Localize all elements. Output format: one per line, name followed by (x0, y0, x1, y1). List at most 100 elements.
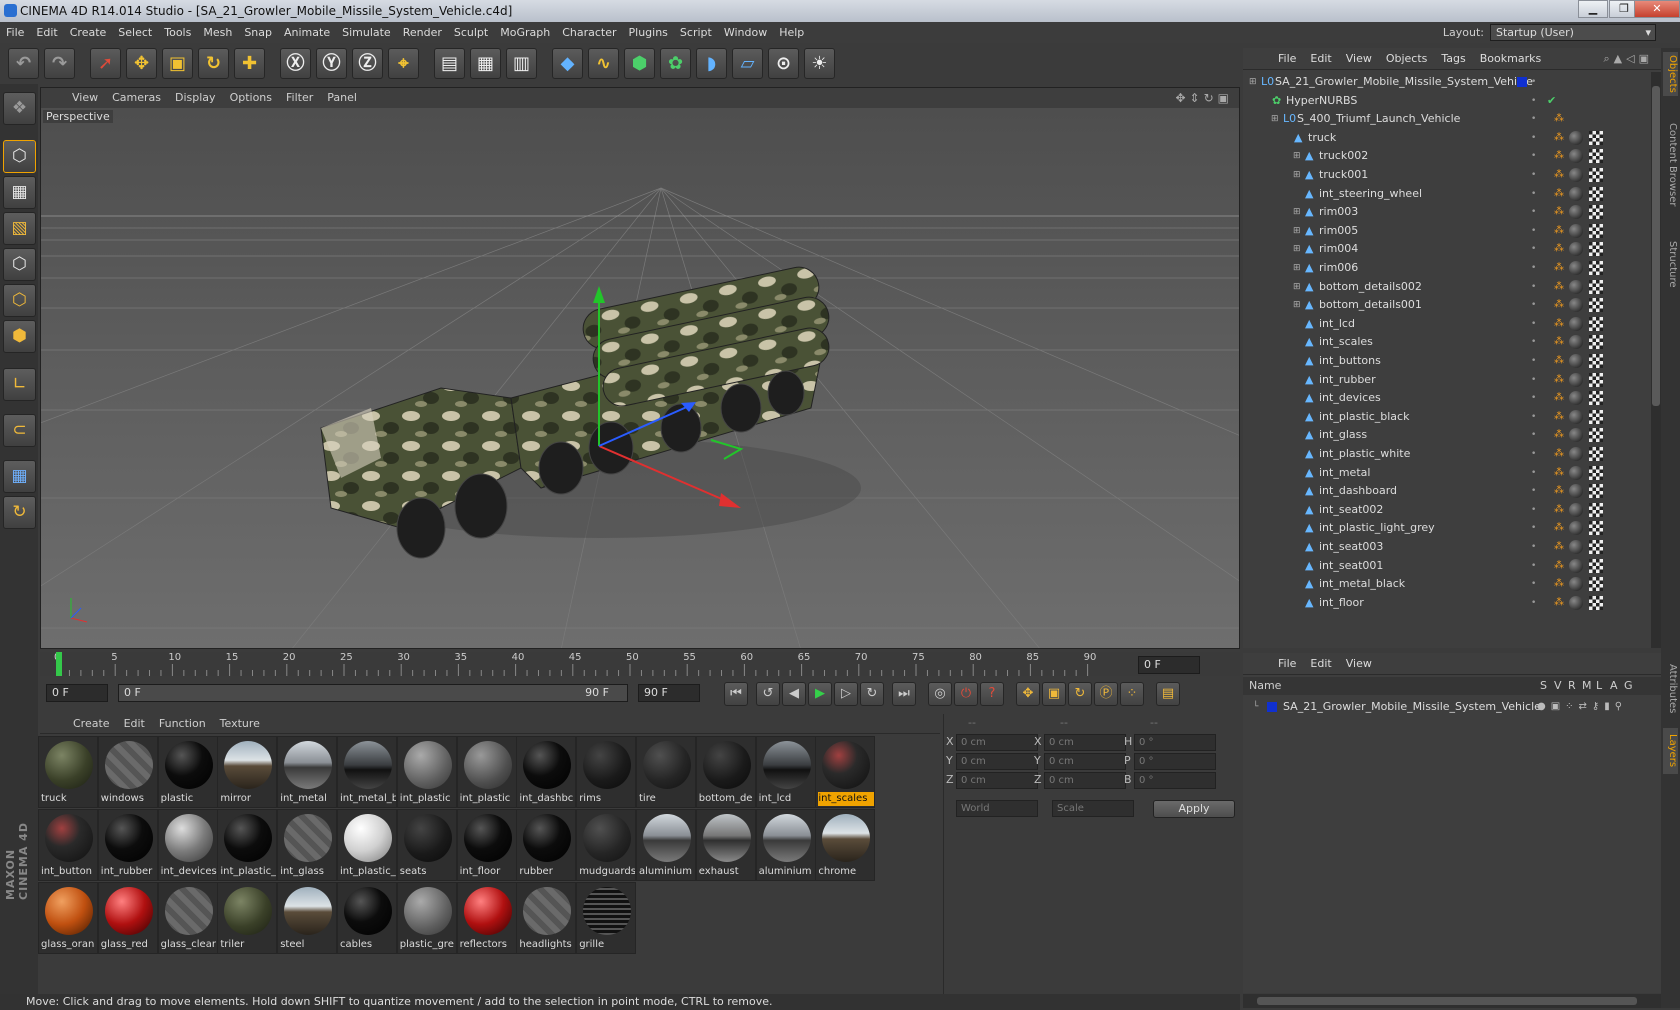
tree-expander-icon[interactable]: ⊞ (1293, 295, 1301, 315)
material-swatch[interactable]: plastic (157, 736, 218, 808)
tab-structure[interactable]: Structure (1663, 234, 1678, 294)
visibility-dots[interactable]: • (1531, 537, 1542, 557)
coord-field[interactable]: 0 cm (1044, 753, 1126, 770)
object-row[interactable]: ⊞ L0 SA_21_Growler_Mobile_Missile_System_V… (1243, 72, 1649, 92)
phong-tag-icon[interactable]: ⁂ (1554, 579, 1564, 589)
play-button[interactable]: ▶ (808, 682, 832, 706)
undo-button[interactable]: ↶ (8, 48, 39, 79)
material-swatch[interactable]: rubber (516, 809, 577, 881)
phong-tag-icon[interactable]: ⁂ (1554, 207, 1564, 217)
size-mode-dropdown[interactable]: Scale (1052, 800, 1134, 817)
phong-tag-icon[interactable]: ⁂ (1554, 337, 1564, 347)
menu-select[interactable]: Select (112, 22, 158, 43)
object-row[interactable]: ⊞ ▲ rim004 • ⁂ (1243, 239, 1649, 259)
live-selection-button[interactable]: ➚ (90, 48, 121, 79)
material-tag-icon[interactable] (1569, 186, 1583, 201)
uvw-tag-icon[interactable] (1589, 465, 1603, 480)
render-settings-button[interactable]: ▥ (506, 48, 537, 79)
tab-layers[interactable]: Layers (1663, 728, 1678, 774)
visibility-dots[interactable]: • (1531, 128, 1542, 148)
menu-character[interactable]: Character (556, 22, 622, 43)
visibility-dots[interactable]: • (1531, 277, 1542, 297)
material-swatch[interactable]: chrome (815, 809, 876, 881)
material-swatch[interactable]: mirror (217, 736, 278, 808)
material-tag-icon[interactable] (1569, 205, 1583, 220)
key-position-button[interactable]: ✥ (1016, 682, 1040, 706)
timeline-ruler[interactable]: 051015202530354045505560657075808590 (40, 652, 1240, 676)
workplane-lock-button[interactable]: ▦ (3, 460, 36, 493)
floor-button[interactable]: ▱ (732, 48, 763, 79)
horizontal-scrollbar[interactable] (1243, 994, 1661, 1008)
phong-tag-icon[interactable]: ⁂ (1554, 467, 1564, 478)
viewport-menu-display[interactable]: Display (168, 88, 223, 108)
coord-field[interactable]: 0 ° (1134, 734, 1216, 751)
material-menu-texture[interactable]: Texture (213, 714, 267, 734)
object-row[interactable]: ▲ truck • ⁂ (1243, 128, 1649, 148)
material-swatch[interactable]: int_dashbc (516, 736, 577, 808)
object-row[interactable]: ▲ int_devices • ⁂ (1243, 388, 1649, 408)
material-tag-icon[interactable] (1569, 484, 1583, 499)
visibility-dots[interactable]: • (1531, 463, 1542, 483)
move-tool-button[interactable]: ✥ (126, 48, 157, 79)
menu-sculpt[interactable]: Sculpt (448, 22, 494, 43)
uvw-tag-icon[interactable] (1589, 372, 1603, 387)
menu-plugins[interactable]: Plugins (623, 22, 674, 43)
uvw-tag-icon[interactable] (1589, 223, 1603, 238)
material-swatch[interactable]: grille (576, 882, 637, 954)
uvw-tag-icon[interactable] (1589, 558, 1603, 573)
object-row[interactable]: ⊞ L0 S_400_Triumf_Launch_Vehicle • ⁂ (1243, 109, 1649, 129)
render-picture-viewer-button[interactable]: ▦ (470, 48, 501, 79)
viewport-menu-view[interactable]: View (65, 88, 105, 108)
material-tag-icon[interactable] (1569, 261, 1583, 275)
uvw-tag-icon[interactable] (1589, 484, 1603, 499)
menu-script[interactable]: Script (674, 22, 718, 43)
material-tag-icon[interactable] (1569, 223, 1583, 238)
material-swatch[interactable]: windows (97, 736, 158, 808)
uvw-tag-icon[interactable] (1589, 242, 1603, 257)
viewport-menu-cameras[interactable]: Cameras (105, 88, 168, 108)
uvw-tag-icon[interactable] (1589, 540, 1603, 554)
coord-field[interactable]: 0 cm (1044, 734, 1126, 751)
material-tag-icon[interactable] (1569, 372, 1583, 387)
visibility-dots[interactable]: • (1531, 332, 1542, 352)
object-row[interactable]: ▲ int_metal • ⁂ (1243, 463, 1649, 483)
object-row[interactable]: ▲ int_plastic_light_grey • ⁂ (1243, 518, 1649, 538)
solo-button[interactable]: ↻ (3, 496, 36, 529)
material-swatch[interactable]: bottom_de (695, 736, 756, 808)
visibility-dots[interactable]: • (1531, 444, 1542, 464)
start-frame-field[interactable]: 0 F (46, 684, 108, 702)
material-swatch[interactable]: int_plastic_ (217, 809, 278, 881)
camera-button[interactable]: ⊙ (768, 48, 799, 79)
make-editable-button[interactable]: ❖ (3, 92, 36, 125)
viewport-nav-icons[interactable]: ✥⇕↻▣ (1175, 91, 1233, 105)
visibility-dots[interactable]: • (1531, 239, 1542, 259)
phong-tag-icon[interactable]: ⁂ (1554, 504, 1564, 515)
object-menu-objects[interactable]: Objects (1379, 48, 1435, 70)
points-mode-button[interactable]: ⬡ (3, 248, 36, 281)
uvw-tag-icon[interactable] (1589, 261, 1603, 275)
visibility-dots[interactable]: • (1531, 314, 1542, 334)
uvw-tag-icon[interactable] (1589, 502, 1603, 517)
object-row[interactable]: ▲ int_floor • ⁂ (1243, 593, 1649, 613)
visibility-dots[interactable]: • (1531, 221, 1542, 241)
visibility-dots[interactable]: • (1531, 593, 1542, 613)
phong-tag-icon[interactable]: ⁂ (1554, 300, 1564, 310)
axis-mode-button[interactable]: ∟ (3, 368, 36, 401)
material-swatch[interactable]: rims (576, 736, 637, 808)
tab-objects[interactable]: Objects (1663, 52, 1678, 96)
object-row[interactable]: ⊞ ▲ truck002 • ⁂ (1243, 146, 1649, 166)
y-axis-lock-button[interactable]: Ⓨ (316, 48, 347, 79)
coord-field[interactable]: 0 cm (1044, 772, 1126, 789)
object-menu-edit[interactable]: Edit (1303, 48, 1338, 70)
menu-animate[interactable]: Animate (278, 22, 336, 43)
x-axis-lock-button[interactable]: Ⓧ (280, 48, 311, 79)
last-tool-button[interactable]: ✚ (234, 48, 265, 79)
close-button[interactable]: ✕ (1634, 0, 1680, 18)
material-tag-icon[interactable] (1569, 465, 1583, 480)
uvw-tag-icon[interactable] (1589, 577, 1603, 592)
material-swatch[interactable]: int_metal_b (337, 736, 397, 808)
material-tag-icon[interactable] (1569, 521, 1583, 536)
layer-row[interactable]: └ SA_21_Growler_Mobile_Missile_System_Ve… (1243, 697, 1661, 717)
object-row[interactable]: ▲ int_dashboard • ⁂ (1243, 481, 1649, 501)
phong-tag-icon[interactable]: ⁂ (1554, 542, 1564, 552)
